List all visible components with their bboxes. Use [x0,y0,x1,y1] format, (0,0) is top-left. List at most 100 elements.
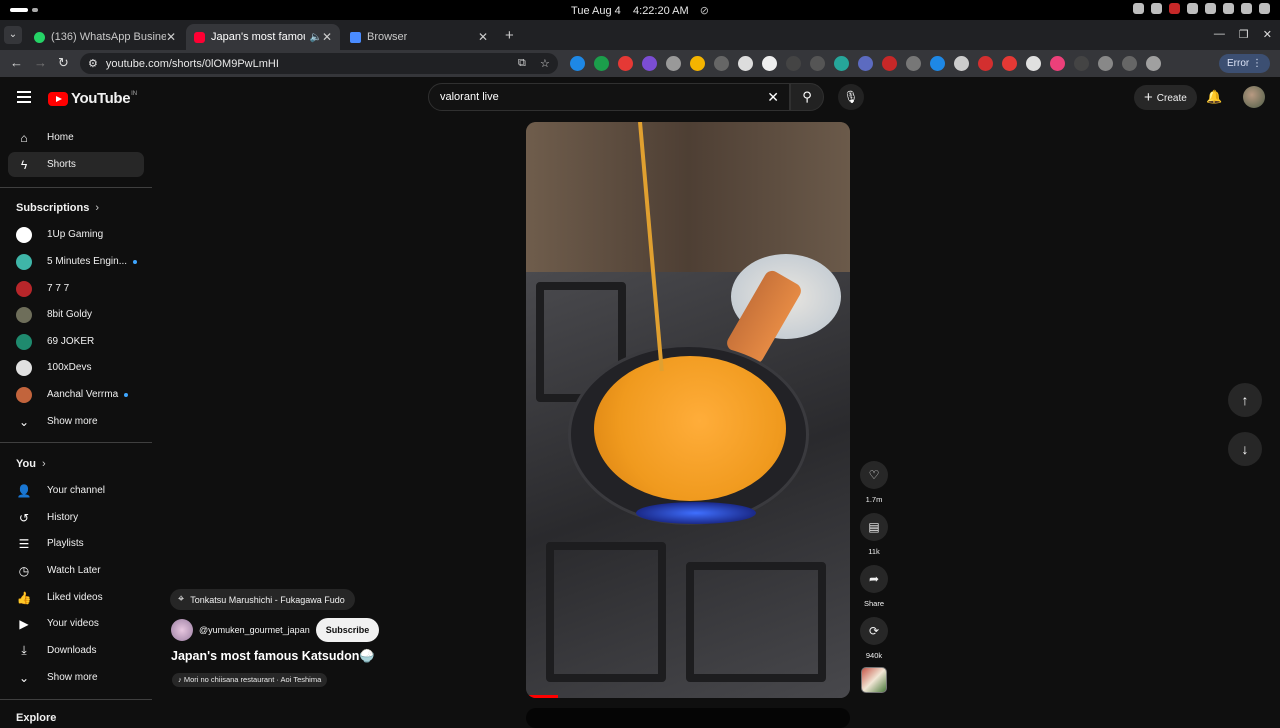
account-avatar[interactable] [1243,86,1265,108]
bookmark-star-icon[interactable]: ☆ [540,57,550,70]
next-short-preview[interactable] [526,708,850,728]
show-more-you[interactable]: ⌄ Show more [8,665,144,690]
maximize-icon[interactable]: ❐ [1239,28,1249,41]
voice-search-icon[interactable]: 🎙 [838,84,864,110]
profile-icon[interactable] [1146,56,1161,71]
show-more-subscriptions[interactable]: ⌄ Show more [8,409,144,434]
extension-icon[interactable] [954,56,969,71]
extension-icon[interactable] [762,56,777,71]
extension-icon[interactable] [642,56,657,71]
extension-icon[interactable] [1026,56,1041,71]
extension-icon[interactable] [810,56,825,71]
sidebar-item-your-videos[interactable]: ▶ Your videos [8,611,144,636]
sidebar-item-downloads[interactable]: ⤓ Downloads [8,638,144,663]
os-clock[interactable]: Tue Aug 4 4:22:20 AM ⊘ [0,4,1280,17]
site-info-icon[interactable]: ⚙ [88,57,98,70]
sidebar-item-your-channel[interactable]: 👤 Your channel [8,478,144,503]
sidebar-item-history[interactable]: ↺ History [8,505,144,530]
sidebar-channel[interactable]: 8bit Goldy [8,302,144,327]
error-button[interactable]: Error ⋮ [1218,54,1270,73]
reload-icon[interactable]: ↻ [58,55,69,71]
audio-playing-icon[interactable]: 🔈 [309,32,321,43]
extension-icon[interactable] [906,56,921,71]
extension-icon[interactable] [1050,56,1065,71]
clear-search-icon[interactable]: ✕ [767,84,779,110]
sidebar-channel[interactable]: 69 JOKER [8,329,144,354]
whatsapp-icon [34,31,45,43]
network-icon[interactable] [1223,3,1234,14]
channel-avatar[interactable] [171,619,193,641]
install-app-icon[interactable]: ⧉ [518,57,526,70]
sidebar-channel[interactable]: 7 7 7 [8,276,144,301]
search-button[interactable]: ⚲ [790,83,824,111]
battery-icon[interactable] [1241,3,1252,14]
channel-handle[interactable]: @yumuken_gourmet_japan [199,625,310,635]
close-tab-icon[interactable]: ✕ [322,30,332,44]
sidebar-item-liked-videos[interactable]: 👍 Liked videos [8,585,144,610]
comment-icon[interactable]: ▤ [860,513,888,541]
sidebar-item-playlists[interactable]: ☰ Playlists [8,531,144,556]
minimize-icon[interactable]: — [1214,28,1225,41]
extension-icon[interactable] [930,56,945,71]
you-header[interactable]: You › [16,458,46,470]
back-icon[interactable]: ← [10,55,23,70]
grammarly-icon[interactable] [594,56,609,71]
mic-icon[interactable] [1187,3,1198,14]
close-tab-icon[interactable]: ✕ [166,30,176,44]
short-title[interactable]: Japan's most famous Katsudon🍚 [171,649,375,664]
previous-short-button[interactable]: ↑ [1228,383,1262,417]
youtube-logo[interactable]: YouTube IN [48,90,137,107]
search-input[interactable]: valorant live ✕ [428,83,790,111]
recording-icon[interactable] [1169,3,1180,14]
address-bar[interactable]: ⚙ youtube.com/shorts/0lOM9PwLmHI ⧉ ☆ [80,53,558,74]
create-button[interactable]: + Create [1134,85,1197,110]
video-progress-bar[interactable] [526,695,559,698]
close-tab-icon[interactable]: ✕ [478,30,488,44]
location-chip[interactable]: ⌖ Tonkatsu Marushichi - Fukagawa Fudo [170,589,355,610]
sidebar-item-watch-later[interactable]: ◷ Watch Later [8,558,144,583]
puzzle-icon[interactable] [1098,56,1113,71]
music-chip[interactable]: ♪ Mori no chiisana restaurant · Aoi Tesh… [172,673,328,687]
tab-browser[interactable]: Browser ✕ [342,24,496,50]
close-window-icon[interactable]: ✕ [1263,28,1272,41]
remix-icon[interactable]: ⟳ [860,617,888,645]
subscribe-button[interactable]: Subscribe [315,618,380,642]
adblock-icon[interactable] [618,56,633,71]
share-icon[interactable]: ➦ [860,565,888,593]
extension-icon[interactable] [738,56,753,71]
menu-icon[interactable] [17,91,31,103]
tab-search-button[interactable]: ⌄ [4,26,22,44]
discord-icon[interactable] [1151,3,1162,14]
extension-icon[interactable] [834,56,849,71]
next-short-button[interactable]: ↓ [1228,432,1262,466]
extension-icon[interactable] [714,56,729,71]
subscriptions-header[interactable]: Subscriptions › [16,202,99,214]
extension-icon[interactable] [858,56,873,71]
shorts-video-player[interactable] [526,122,850,698]
new-tab-icon[interactable]: + [505,27,514,44]
tab-youtube[interactable]: Japan's most famous 🔈 ✕ [186,24,340,50]
forward-icon[interactable]: → [34,55,47,70]
sidebar-item-home[interactable]: ⌂ Home [8,125,144,150]
power-icon[interactable] [1259,3,1270,14]
extension-icon[interactable] [1002,56,1017,71]
extension-icon[interactable] [1074,56,1089,71]
heart-icon[interactable]: ♡ [860,461,888,489]
extension-icon[interactable] [978,56,993,71]
sidebar-channel[interactable]: 5 Minutes Engin... [8,249,144,274]
media-controls-icon[interactable] [1122,56,1137,71]
sidebar-channel[interactable]: Aanchal Verrma [8,382,144,407]
extension-icon[interactable] [786,56,801,71]
tab-whatsapp[interactable]: (136) WhatsApp Business ✕ [26,24,184,50]
tray-app-icon[interactable] [1133,3,1144,14]
volume-icon[interactable] [1205,3,1216,14]
extension-icon[interactable] [666,56,681,71]
color-picker-icon[interactable] [690,56,705,71]
sidebar-item-shorts[interactable]: ϟ Shorts [8,152,144,177]
sidebar-channel[interactable]: 100xDevs [8,355,144,380]
sidebar-channel[interactable]: 1Up Gaming [8,222,144,247]
audio-thumbnail[interactable] [861,667,887,693]
extension-icon[interactable] [570,56,585,71]
extension-icon[interactable] [882,56,897,71]
notifications-bell-icon[interactable]: 🔔 [1206,89,1222,105]
